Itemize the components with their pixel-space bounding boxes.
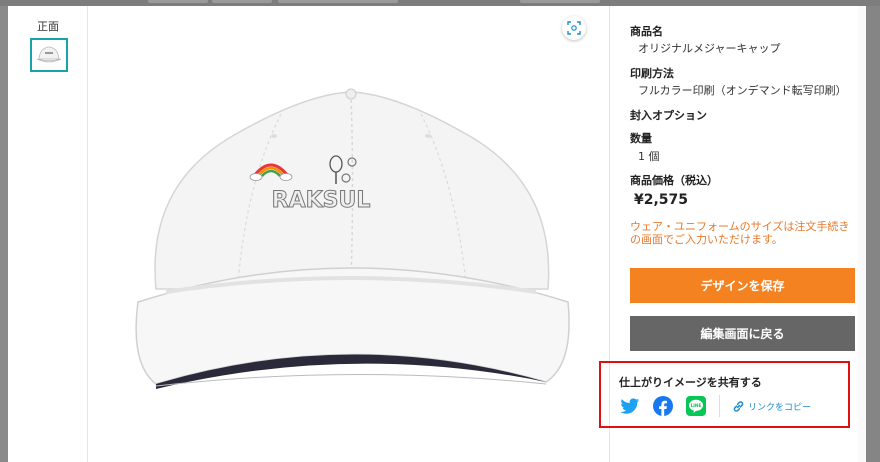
product-info-panel: 商品名 オリジナルメジャーキャップ 印刷方法 フルカラー印刷（オンデマンド転写印…	[599, 6, 866, 462]
line-icon: LINE	[686, 396, 706, 416]
thumbnail-column: 正面	[8, 6, 88, 462]
share-title: 仕上がりイメージを共有する	[619, 376, 762, 389]
preview-area: RAKSUL	[88, 6, 610, 462]
copy-link-button[interactable]: リンクをコピー	[732, 400, 811, 413]
quantity-value: 1 個	[638, 150, 660, 163]
share-icons: LINE リンクをコピー	[620, 395, 811, 417]
svg-text:LINE: LINE	[691, 403, 702, 409]
link-icon	[733, 400, 744, 412]
product-name-value: オリジナルメジャーキャップ	[638, 42, 781, 55]
quantity-label: 数量	[630, 132, 652, 145]
product-name-label: 商品名	[630, 25, 663, 38]
print-method-value: フルカラー印刷（オンデマンド転写印刷）	[638, 84, 847, 97]
share-divider	[719, 395, 720, 417]
facebook-icon	[653, 396, 673, 416]
price-value: ¥2,575	[634, 192, 689, 208]
save-design-button[interactable]: デザインを保存	[630, 268, 855, 303]
page-edge	[866, 6, 880, 462]
raksul-logo: RAKSUL	[272, 188, 371, 213]
print-method-label: 印刷方法	[630, 67, 674, 80]
preview-modal: 正面 RAKSUL 商品名 オリジナルメジャーキャップ 印刷方法 フルカラー印刷…	[8, 6, 866, 462]
thumbnail-front[interactable]	[30, 38, 68, 72]
size-notice: ウェア・ユニフォームのサイズは注文手続きの画面でご入力いただけます。	[630, 220, 850, 246]
twitter-icon	[620, 397, 640, 414]
expand-icon	[567, 21, 581, 35]
cap-preview-image: RAKSUL	[135, 88, 570, 389]
facebook-share-button[interactable]	[653, 396, 673, 416]
share-section: 仕上がりイメージを共有する LINE リンクをコピー	[599, 361, 850, 428]
twitter-share-button[interactable]	[620, 396, 640, 416]
enclosure-option-label: 封入オプション	[630, 109, 707, 122]
cap-thumbnail-image	[36, 46, 62, 63]
back-to-editor-button[interactable]: 編集画面に戻る	[630, 316, 855, 351]
thumbnail-label-front: 正面	[37, 20, 59, 33]
copy-link-label: リンクをコピー	[748, 402, 812, 413]
line-share-button[interactable]: LINE	[686, 396, 706, 416]
zoom-button[interactable]	[562, 16, 586, 40]
price-label: 商品価格（税込）	[630, 174, 718, 187]
